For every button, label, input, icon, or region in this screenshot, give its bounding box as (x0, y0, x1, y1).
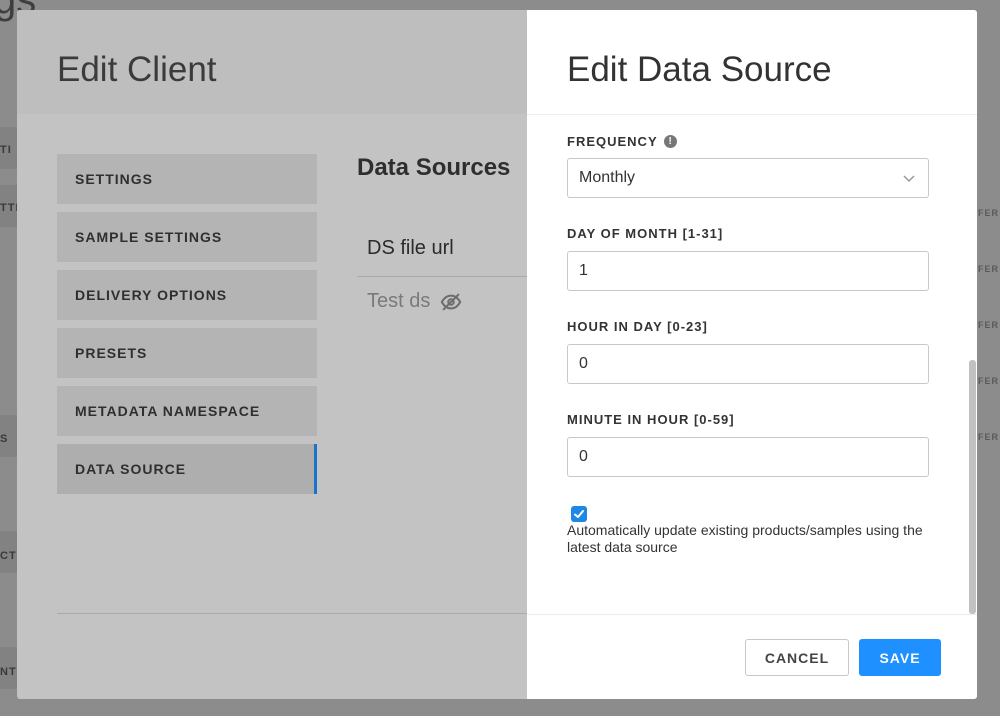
day-of-month-label: DAY OF MONTH [1-31] (567, 226, 724, 241)
nav-item-delivery-options[interactable]: DELIVERY OPTIONS (57, 270, 317, 320)
nav-item-settings[interactable]: SETTINGS (57, 154, 317, 204)
day-of-month-input[interactable] (567, 251, 929, 291)
auto-update-label: Automatically update existing products/s… (567, 522, 923, 555)
nav-item-sample-settings[interactable]: SAMPLE SETTINGS (57, 212, 317, 262)
checkmark-icon (574, 510, 584, 518)
edit-data-source-panel: Edit Data Source FREQUENCY ! Monthly DAY… (527, 10, 977, 699)
edit-data-source-footer: CANCEL SAVE (527, 614, 977, 699)
hour-in-day-input[interactable] (567, 344, 929, 384)
nav-item-presets[interactable]: PRESETS (57, 328, 317, 378)
background-label: FER (978, 264, 999, 274)
data-source-name: DS file url (367, 237, 454, 259)
chevron-down-icon (903, 175, 915, 183)
background-label: FER (978, 208, 999, 218)
eye-off-icon (441, 293, 462, 310)
frequency-label-text: FREQUENCY (567, 134, 658, 149)
background-label: FER (978, 376, 999, 386)
frequency-select-value: Monthly (579, 169, 636, 186)
client-divider (57, 613, 537, 614)
background-label: TI (0, 144, 12, 156)
nav-item-metadata-namespace[interactable]: METADATA NAMESPACE (57, 386, 317, 436)
frequency-label: FREQUENCY ! (567, 134, 677, 149)
background-label: NT (0, 666, 17, 678)
minute-in-hour-label: MINUTE IN HOUR [0-59] (567, 412, 735, 427)
panel-scrollbar[interactable] (969, 360, 976, 614)
cancel-button[interactable]: CANCEL (745, 639, 849, 676)
background-label: FER (978, 432, 999, 442)
save-button[interactable]: SAVE (859, 639, 941, 676)
client-side-nav: SETTINGS SAMPLE SETTINGS DELIVERY OPTION… (57, 154, 317, 502)
data-sources-heading: Data Sources (357, 154, 511, 181)
background-label: FER (978, 320, 999, 330)
minute-in-hour-input[interactable] (567, 437, 929, 477)
edit-client-title: Edit Client (57, 50, 217, 89)
data-source-name: Test ds (367, 290, 431, 312)
frequency-select[interactable]: Monthly (567, 158, 929, 198)
background-label: S (0, 433, 9, 445)
hour-in-day-label: HOUR IN DAY [0-23] (567, 319, 708, 334)
data-source-row[interactable]: DS file url (357, 224, 547, 277)
info-icon[interactable]: ! (663, 135, 677, 148)
nav-item-data-source[interactable]: DATA SOURCE (57, 444, 317, 494)
edit-data-source-title: Edit Data Source (567, 50, 832, 89)
data-source-row[interactable]: Test ds (367, 290, 462, 313)
edit-data-source-header: Edit Data Source (527, 10, 977, 115)
auto-update-checkbox[interactable] (571, 506, 587, 522)
